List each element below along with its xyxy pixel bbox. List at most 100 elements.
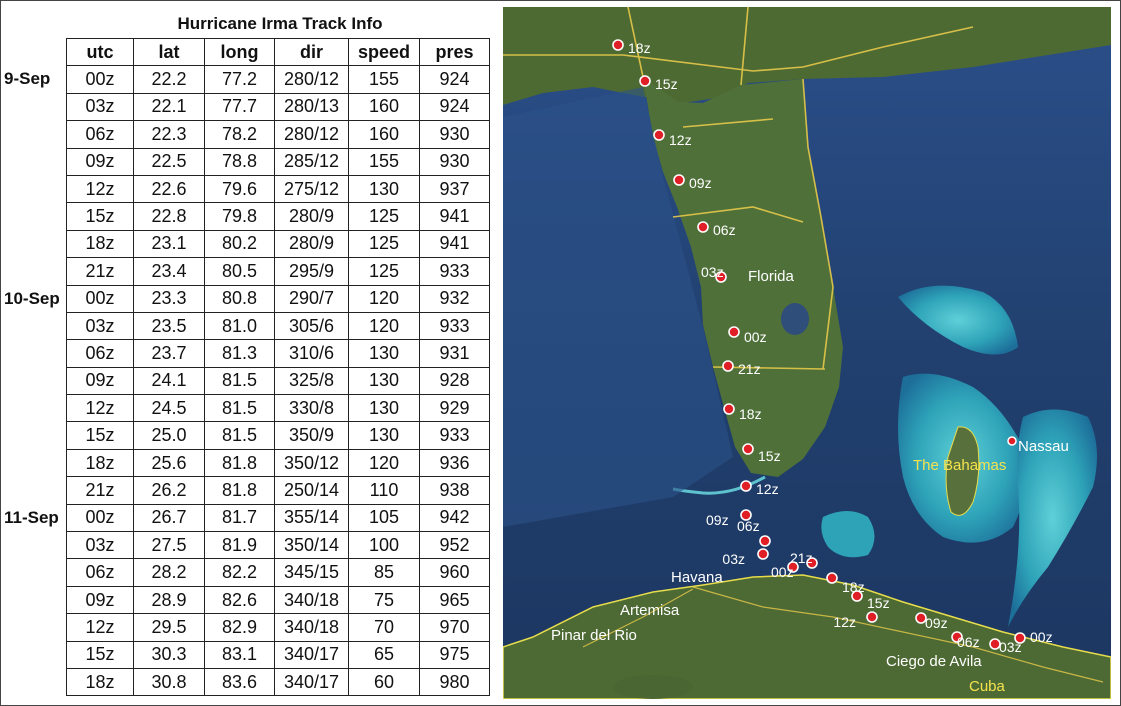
track-point-6 [826,572,838,584]
cell-dir: 355/14 [274,503,349,533]
cell-utc: 18z [66,448,134,478]
table-row: 00z 22.2 77.2 280/12 155 924 [66,65,490,94]
track-point-11 [740,509,752,521]
cell-utc: 12z [66,613,134,642]
cell-lat: 22.3 [133,120,205,149]
label-nassau: Nassau [1018,438,1069,455]
track-point-21 [639,75,651,87]
cell-pres: 941 [419,229,490,259]
cell-long: 81.9 [204,531,275,560]
table-row: 06z 22.3 78.2 280/12 160 930 [66,120,490,149]
track-point-14 [723,403,735,415]
cell-dir: 340/18 [274,585,349,615]
label-artemisa: Artemisa [620,602,680,619]
table-row: 03z 22.1 77.7 280/13 160 924 [66,92,490,122]
cell-pres: 933 [419,257,490,286]
track-point-13 [742,443,754,455]
cell-long: 83.6 [204,667,275,697]
cell-lat: 22.1 [133,92,205,122]
cell-speed: 130 [348,366,420,396]
cell-lat: 27.5 [133,531,205,560]
cell-utc: 15z [66,640,134,669]
cell-lat: 23.5 [133,311,205,341]
table-row: 21z 23.4 80.5 295/9 125 933 [66,257,490,286]
cell-long: 81.3 [204,339,275,368]
cell-dir: 340/17 [274,640,349,669]
cell-long: 77.2 [204,65,275,94]
track-point-label: 18z [739,406,762,422]
cell-dir: 340/18 [274,613,349,642]
nassau-marker [1007,436,1017,446]
cell-utc: 09z [66,147,134,176]
table-row: 15z 22.8 79.8 280/9 125 941 [66,202,490,231]
track-point-9 [757,548,769,560]
cell-long: 78.8 [204,147,275,176]
cell-speed: 130 [348,421,420,450]
cell-long: 81.5 [204,394,275,423]
cell-pres: 941 [419,202,490,231]
cell-pres: 924 [419,92,490,122]
cell-pres: 924 [419,65,490,94]
cell-long: 82.6 [204,585,275,615]
cell-pres: 960 [419,558,490,587]
label-bahamas: The Bahamas [913,457,1006,474]
cell-dir: 345/15 [274,558,349,587]
cell-speed: 120 [348,448,420,478]
cell-speed: 70 [348,613,420,642]
cell-lat: 26.2 [133,476,205,505]
cell-pres: 942 [419,503,490,533]
cell-lat: 29.5 [133,613,205,642]
track-point-12 [740,480,752,492]
cell-long: 81.0 [204,311,275,341]
table-row: 18z 30.8 83.6 340/17 60 980 [66,667,490,697]
track-point-label: 00z [744,329,767,345]
table-row: 21z 26.2 81.8 250/14 110 938 [66,476,490,505]
day-label: 11-Sep [4,507,59,527]
cell-utc: 03z [66,92,134,122]
cell-lat: 26.7 [133,503,205,533]
cell-lat: 22.6 [133,174,205,204]
cell-dir: 350/14 [274,531,349,560]
cell-dir: 310/6 [274,339,349,368]
cell-speed: 155 [348,147,420,176]
cell-long: 80.5 [204,257,275,286]
cell-long: 78.2 [204,120,275,149]
cell-utc: 18z [66,667,134,697]
cell-dir: 340/17 [274,667,349,697]
cell-speed: 130 [348,339,420,368]
col-header-pres: pres [419,37,490,67]
cell-long: 81.7 [204,503,275,533]
cell-pres: 936 [419,448,490,478]
cell-speed: 125 [348,202,420,231]
track-point-label: 03z [999,639,1022,655]
table-row: 06z 23.7 81.3 310/6 130 931 [66,339,490,368]
table-row: 15z 30.3 83.1 340/17 65 975 [66,640,490,669]
cell-long: 81.5 [204,421,275,450]
cell-long: 80.8 [204,284,275,313]
lake-okeechobee [781,303,809,335]
cell-lat: 23.1 [133,229,205,259]
col-header-speed: speed [348,37,420,67]
cell-utc: 12z [66,174,134,204]
cell-speed: 60 [348,667,420,697]
cell-speed: 130 [348,174,420,204]
cell-lat: 23.7 [133,339,205,368]
cell-utc: 12z [66,394,134,423]
cell-pres: 932 [419,284,490,313]
isla-de-la-juventud [613,675,693,699]
cell-dir: 275/12 [274,174,349,204]
cell-speed: 160 [348,92,420,122]
track-point-20 [653,129,665,141]
cell-pres: 933 [419,311,490,341]
track-point-label: 12z [756,481,779,497]
cell-speed: 125 [348,229,420,259]
track-point-label: 18z [628,40,651,56]
cell-lat: 28.2 [133,558,205,587]
cell-speed: 100 [348,531,420,560]
cell-long: 81.5 [204,366,275,396]
label-florida: Florida [748,268,795,285]
cell-pres: 930 [419,120,490,149]
cell-lat: 25.0 [133,421,205,450]
satellite-map: Florida The Bahamas Nassau Havana Artemi… [503,7,1111,699]
track-point-label: 06z [713,222,736,238]
